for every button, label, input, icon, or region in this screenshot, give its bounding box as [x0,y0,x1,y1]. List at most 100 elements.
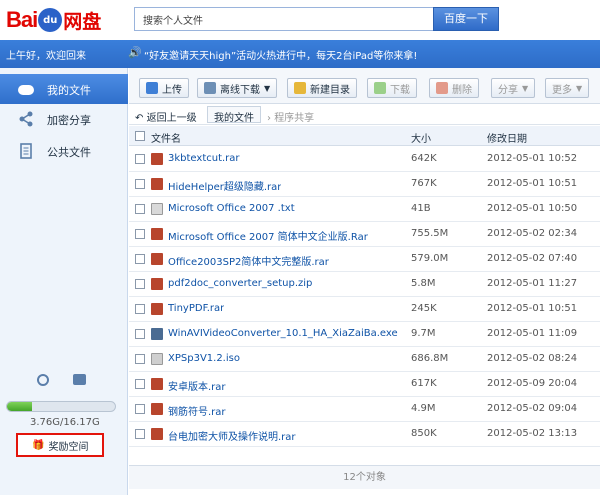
chevron-down-icon: ▼ [522,83,529,93]
rar-file-icon [151,378,163,390]
file-name-link[interactable]: Office2003SP2简体中文完整版.rar [168,253,329,268]
download-label: 下载 [390,84,410,96]
file-modified-date: 2012-05-02 08:24 [487,353,578,364]
clock-icon[interactable] [37,374,49,386]
breadcrumb-program-share[interactable]: › 程序共享 [267,109,314,124]
file-size: 579.0M [411,253,449,264]
delete-button[interactable]: 删除 [429,78,479,98]
table-row[interactable]: 钢筋符号.rar 4.9M 2012-05-02 09:04 [129,397,600,422]
chat-icon[interactable] [73,374,86,385]
table-row[interactable]: pdf2doc_converter_setup.zip 5.8M 2012-05-0… [129,272,600,297]
upload-button[interactable]: 上传 [139,78,189,98]
table-row[interactable]: HideHelper超级隐藏.rar 767K 2012-05-01 10:51 [129,172,600,197]
column-header-date[interactable]: 修改日期 [487,130,527,145]
share-icon [18,111,34,127]
file-size: 5.8M [411,278,436,289]
greeting-text: 上午好，欢迎回来 [6,51,86,62]
folder-plus-icon [294,82,306,94]
back-button[interactable]: ↶ 返回上一级 [135,109,197,124]
baidu-pan-logo[interactable]: Bai du 网盘 [6,6,101,34]
sidebar-item-public-files[interactable]: 公共文件 [0,136,128,166]
row-checkbox[interactable] [135,204,145,214]
new-folder-label: 新建目录 [310,84,350,96]
row-checkbox[interactable] [135,179,145,189]
download-button[interactable]: 下载 [367,78,417,98]
file-modified-date: 2012-05-01 10:50 [487,203,578,214]
delete-label: 删除 [452,84,472,96]
file-name-link[interactable]: HideHelper超级隐藏.rar [168,178,281,193]
table-row[interactable]: XPSp3V1.2.iso 686.8M 2012-05-02 08:24 [129,347,600,372]
file-modified-date: 2012-05-02 07:40 [487,253,578,264]
search-input[interactable]: 搜索个人文件 [134,7,434,31]
file-modified-date: 2012-05-01 10:52 [487,153,578,164]
file-name-link[interactable]: 安卓版本.rar [168,378,226,393]
row-checkbox[interactable] [135,279,145,289]
breadcrumb-my-files[interactable]: 我的文件 [207,106,261,124]
table-row[interactable]: Office2003SP2简体中文完整版.rar 579.0M 2012-05-02… [129,247,600,272]
file-size: 4.9M [411,403,436,414]
table-row[interactable]: 安卓版本.rar 617K 2012-05-09 20:04 [129,372,600,397]
offline-download-button[interactable]: 离线下载 ▼ [197,78,278,98]
delete-icon [436,82,448,94]
more-button[interactable]: 更多 ▼ [545,78,590,98]
table-row[interactable]: 台电加密大师及操作说明.rar 850K 2012-05-02 13:13 [129,422,600,447]
promo-notice-link[interactable]: “好友邀请天天high”活动火热进行中，每天2台iPad等你来拿! [144,47,417,62]
breadcrumb: ↶ 返回上一级 我的文件 › 程序共享 [129,105,600,125]
table-row[interactable]: Microsoft Office 2007 简体中文企业版.Rar 755.5M 2… [129,222,600,247]
back-label: 返回上一级 [146,113,197,124]
new-folder-button[interactable]: 新建目录 [287,78,357,98]
row-checkbox[interactable] [135,404,145,414]
column-header-name[interactable]: 文件名 [151,130,181,145]
header: Bai du 网盘 搜索个人文件 百度一下 [0,0,600,40]
more-label: 更多 [552,84,572,96]
file-modified-date: 2012-05-02 02:34 [487,228,578,239]
row-checkbox[interactable] [135,354,145,364]
file-size: 755.5M [411,228,449,239]
document-icon [18,143,34,159]
file-name-link[interactable]: WinAVIVideoConverter_10.1_HA_XiaZaiBa.ex… [168,328,398,339]
file-size: 41B [411,203,431,214]
row-checkbox[interactable] [135,329,145,339]
row-checkbox[interactable] [135,254,145,264]
speaker-icon: 🔊 [128,46,142,59]
select-all-checkbox[interactable] [135,131,145,141]
file-modified-date: 2012-05-09 20:04 [487,378,578,389]
file-name-link[interactable]: TinyPDF.rar [168,303,224,314]
sidebar-item-my-files[interactable]: 我的文件 [0,74,128,104]
file-size: 642K [411,153,437,164]
reward-space-label: 奖励空间 [48,441,89,453]
file-table-header: 文件名 大小 修改日期 [129,126,600,146]
table-row[interactable]: TinyPDF.rar 245K 2012-05-01 10:51 [129,297,600,322]
table-row[interactable]: WinAVIVideoConverter_10.1_HA_XiaZaiBa.ex… [129,322,600,347]
sidebar: 我的文件 加密分享 公共文件 3.76G/16.17G 🎁 奖励空间 [0,68,128,495]
row-checkbox[interactable] [135,304,145,314]
file-name-link[interactable]: Microsoft Office 2007 .txt [168,203,295,214]
search-button[interactable]: 百度一下 [433,7,499,31]
share-button[interactable]: 分享 ▼ [491,78,536,98]
logo-bai-text: Bai [6,7,38,32]
download-icon [374,82,386,94]
reward-space-button[interactable]: 🎁 奖励空间 [16,433,104,457]
table-row[interactable]: Microsoft Office 2007 .txt 41B 2012-05-01 … [129,197,600,222]
row-checkbox[interactable] [135,229,145,239]
sidebar-item-private-share[interactable]: 加密分享 [0,104,128,134]
column-header-size[interactable]: 大小 [411,130,431,145]
file-name-link[interactable]: 台电加密大师及操作说明.rar [168,428,296,443]
file-name-link[interactable]: XPSp3V1.2.iso [168,353,240,364]
rar-file-icon [151,228,163,240]
file-name-link[interactable]: 钢筋符号.rar [168,403,226,418]
table-row[interactable]: 3kbtextcut.rar 642K 2012-05-01 10:52 [129,147,600,172]
iso-file-icon [151,353,163,365]
file-name-link[interactable]: 3kbtextcut.rar [168,153,240,164]
rar-file-icon [151,303,163,315]
sidebar-item-label: 加密分享 [47,114,91,127]
row-checkbox[interactable] [135,154,145,164]
file-size: 686.8M [411,353,449,364]
row-checkbox[interactable] [135,429,145,439]
file-name-link[interactable]: pdf2doc_converter_setup.zip [168,278,312,289]
file-name-link[interactable]: Microsoft Office 2007 简体中文企业版.Rar [168,228,368,243]
row-checkbox[interactable] [135,379,145,389]
rar-file-icon [151,278,163,290]
paw-icon: du [38,8,63,32]
file-size: 617K [411,378,437,389]
